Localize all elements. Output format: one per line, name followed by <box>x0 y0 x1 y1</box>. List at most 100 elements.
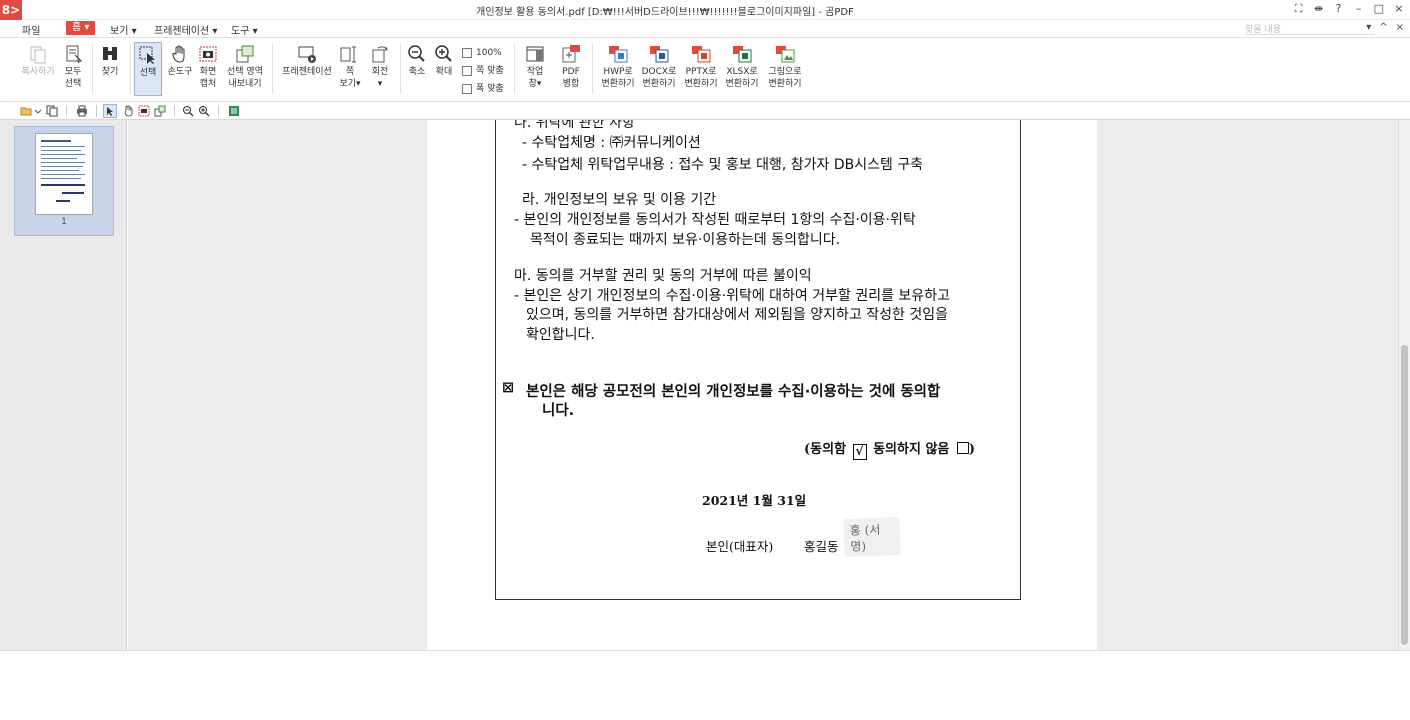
screen-capture-button[interactable]: 화면 캡처 <box>188 44 228 90</box>
doc-section-ra: 라. 개인정보의 보유 및 이용 기간 <box>522 192 717 208</box>
find-label: 찾기 <box>101 67 119 77</box>
pdf-page: 나. 위탁에 관한 사항 - 수탁업체명 : ㈜커뮤니케이션 - 수탁업체 위탁… <box>427 120 1097 650</box>
export-region-icon <box>234 44 256 64</box>
menu-bar: 파일 홈 ▾ 보기 ▾ 프레젠테이션 ▾ 도구 ▾ 찾을 내용 ▾ ^ × <box>0 20 1410 38</box>
presentation-button[interactable]: 프레젠테이션 <box>278 44 336 78</box>
page-view-label-1: 쪽 <box>345 67 355 77</box>
menu-home[interactable]: 홈 ▾ <box>66 21 96 35</box>
select-tool-label: 선택 <box>139 68 157 78</box>
hand-small-icon[interactable] <box>122 105 134 117</box>
doc-date: 2021년 1월 31일 <box>702 493 807 508</box>
open-folder-icon[interactable] <box>20 105 32 117</box>
convert-image-button[interactable]: 그림으로 변환하기 <box>764 44 806 90</box>
scrollbar-thumb[interactable] <box>1401 345 1408 645</box>
zoom-out-small-icon[interactable] <box>182 105 194 117</box>
rotate-button[interactable]: 회전 ▾ <box>362 44 398 90</box>
image-convert-icon <box>774 44 796 64</box>
thumbnail-item[interactable]: 1 <box>14 126 114 236</box>
dropdown-icon[interactable]: ▾ <box>1366 22 1371 33</box>
work-window-button[interactable]: 작업 창▾ <box>515 44 555 90</box>
signer-name: 홍길동 <box>804 539 839 554</box>
doc-ma-line-3: 확인합니다. <box>526 327 595 343</box>
close-button[interactable]: × <box>1394 2 1404 16</box>
doc-consent-line-1: 본인은 해당 공모전의 본인의 개인정보를 수집·이용하는 것에 동의합 <box>526 384 941 400</box>
ribbon-divider <box>272 44 273 94</box>
find-button[interactable]: 찾기 <box>90 44 130 78</box>
signer-label: 본인(대표자) <box>706 539 774 554</box>
select-tool-button[interactable]: 선택 <box>134 42 162 96</box>
maximize-button[interactable]: □ <box>1374 2 1384 16</box>
disagree-label: 동의하지 않음 <box>873 442 950 457</box>
menu-view[interactable]: 보기 ▾ <box>110 22 137 37</box>
zoom-out-icon <box>406 44 428 64</box>
disagree-checkbox[interactable] <box>956 442 969 454</box>
zoom-in-button[interactable]: 확대 <box>426 44 462 78</box>
convert-pptx-button[interactable]: PPTX로 변환하기 <box>680 44 722 90</box>
capture-small-icon[interactable] <box>138 105 150 117</box>
ribbon-divider <box>592 44 593 94</box>
presentation-icon <box>296 44 318 64</box>
search-input[interactable]: 찾을 내용 <box>1245 22 1375 35</box>
convert-image-label-2: 변환하기 <box>768 79 802 89</box>
copy-icon <box>27 44 49 64</box>
menu-tools[interactable]: 도구 ▾ <box>231 22 258 37</box>
consent-checkbox-mark: ⊠ <box>502 380 515 396</box>
menu-presentation[interactable]: 프레젠테이션 ▾ <box>154 22 217 37</box>
minimize-button[interactable]: – <box>1354 2 1364 16</box>
zoom-in-small-icon[interactable] <box>198 105 210 117</box>
copy-label: 복사하기 <box>21 67 55 77</box>
toolbar-divider <box>174 105 175 117</box>
consent-choice-row: (동의함 √ 동의하지 않음 ) <box>804 438 975 460</box>
open-dropdown-icon[interactable] <box>32 105 42 117</box>
export-region-button[interactable]: 선택 영역 내보내기 <box>223 44 267 90</box>
pptx-convert-icon <box>690 44 712 64</box>
binoculars-icon <box>99 44 121 64</box>
xlsx-convert-icon <box>731 44 753 64</box>
menu-view-label: 보기 <box>110 26 129 37</box>
document-viewer[interactable]: 나. 위탁에 관한 사항 - 수탁업체명 : ㈜커뮤니케이션 - 수탁업체 위탁… <box>128 120 1398 650</box>
doc-section-ma: 마. 동의를 거부할 권리 및 동의 거부에 따른 불이익 <box>514 268 812 284</box>
fullscreen-icon[interactable]: ⛶ <box>1294 2 1304 16</box>
agree-label: (동의함 <box>804 442 847 457</box>
work-window-icon <box>524 44 546 64</box>
select-all-label-2: 선택 <box>64 79 82 89</box>
doc-ra-line-1: - 본인의 개인정보를 동의서가 작성된 때로부터 1항의 수집·이용·위탁 <box>514 212 916 228</box>
vertical-scrollbar[interactable] <box>1398 120 1410 650</box>
close-doc-icon[interactable]: × <box>1396 22 1404 33</box>
pages-icon[interactable] <box>46 105 58 117</box>
menu-presentation-label: 프레젠테이션 <box>154 26 210 37</box>
select-all-button[interactable]: 모두 선택 <box>53 44 93 90</box>
agree-checkbox[interactable]: √ <box>852 444 867 460</box>
select-cursor-icon[interactable] <box>103 104 117 118</box>
help-icon[interactable]: ? <box>1334 2 1344 16</box>
docx-convert-icon <box>648 44 670 64</box>
menu-file[interactable]: 파일 <box>22 22 40 37</box>
document-border-frame: 나. 위탁에 관한 사항 - 수탁업체명 : ㈜커뮤니케이션 - 수탁업체 위탁… <box>495 120 1021 600</box>
doc-consent-line-2: 니다. <box>542 403 575 419</box>
copy-button[interactable]: 복사하기 <box>18 44 58 78</box>
pdf-merge-label-2: 병합 <box>562 79 580 89</box>
toolbar-divider <box>96 105 97 117</box>
toc-icon[interactable] <box>228 105 240 117</box>
fit-page-button[interactable]: 쪽 맞춤 <box>462 62 504 80</box>
ribbon-toolbar: 복사하기 모두 선택 찾기 선택 손도구 화면 캡처 선택 영역 내보내기 프레… <box>0 38 1410 102</box>
choice-close-paren: ) <box>968 442 976 457</box>
collapse-ribbon-icon[interactable]: ^ <box>1379 22 1387 33</box>
fit-width-button[interactable]: 폭 맞춤 <box>462 80 504 98</box>
convert-hwp-label-1: HWP로 <box>603 67 633 77</box>
convert-docx-label-2: 변환하기 <box>642 79 676 89</box>
pin-icon[interactable]: ⇼ <box>1314 2 1324 16</box>
zoom-100-button[interactable]: 100% <box>462 44 504 62</box>
export-small-icon[interactable] <box>154 105 166 117</box>
convert-xlsx-button[interactable]: XLSX로 변환하기 <box>721 44 763 90</box>
pdf-merge-button[interactable]: PDF 병합 <box>551 44 591 90</box>
window-controls: ⛶ ⇼ ? – □ × <box>1294 2 1404 16</box>
page-view-label-2: 보기▾ <box>339 79 361 89</box>
zoom-in-icon <box>433 44 455 64</box>
convert-docx-button[interactable]: DOCX로 변환하기 <box>638 44 680 90</box>
print-icon[interactable] <box>76 105 88 117</box>
window-title: 개인정보 활용 동의서.pdf [D:₩!!!서버D드라이브!!!₩!!!!!!… <box>476 7 854 18</box>
convert-hwp-button[interactable]: HWP로 변환하기 <box>597 44 639 90</box>
work-window-label-2: 창▾ <box>528 79 542 89</box>
convert-xlsx-label-2: 변환하기 <box>725 79 759 89</box>
